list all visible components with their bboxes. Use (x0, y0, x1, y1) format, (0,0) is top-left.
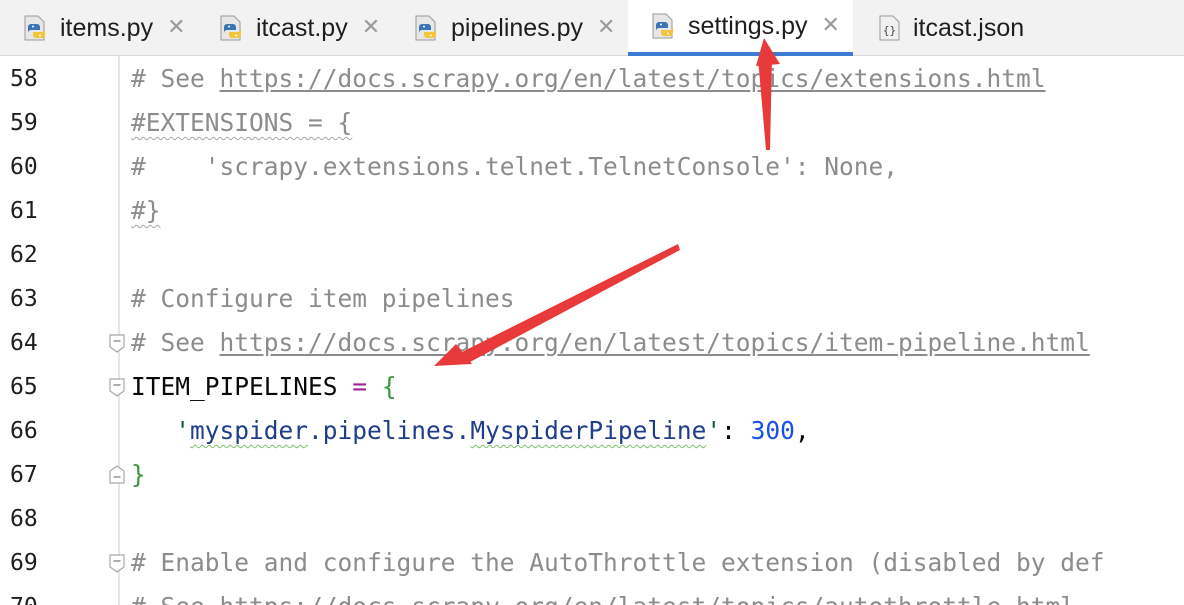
code-token: # See (131, 64, 220, 93)
close-icon[interactable]: ✕ (597, 17, 615, 39)
code-token: #} (131, 196, 161, 225)
python-file-icon (652, 13, 673, 39)
code-token: { (381, 372, 397, 401)
python-file-icon (415, 15, 436, 41)
code-text: # See https://docs.scrapy.org/en/latest/… (131, 57, 1046, 101)
code-token: 300 (750, 416, 795, 445)
line-number: 68 (10, 506, 38, 532)
code-line[interactable]: 63 # Configure item pipelines (0, 277, 1184, 321)
code-line[interactable]: 60 # 'scrapy.extensions.telnet.TelnetCons… (0, 145, 1184, 189)
code-line[interactable]: 61 #} (0, 189, 1184, 233)
code-line[interactable]: 62 (0, 233, 1184, 277)
tab-label: pipelines.py (451, 13, 584, 42)
code-text: # Configure item pipelines (131, 277, 515, 321)
code-text: # Enable and configure the AutoThrottle … (131, 541, 1105, 585)
code-token: MyspiderPipeline (470, 416, 707, 445)
code-token: : (721, 416, 751, 445)
line-number: 70 (10, 585, 50, 605)
code-line[interactable]: 68 (0, 497, 1184, 541)
tab-settings-py[interactable]: settings.py ✕ (628, 0, 853, 56)
line-number: 59 (10, 110, 38, 136)
line-number: 65 (10, 374, 38, 400)
editor-tab-bar: items.py ✕ itcast.py ✕ pipelines.py ✕ settings… (0, 0, 1184, 56)
code-line[interactable]: 65 ITEM_PIPELINES = { (0, 365, 1184, 409)
code-line[interactable]: 64 # See https://docs.scrapy.org/en/lates… (0, 321, 1184, 365)
fold-start-icon[interactable] (108, 333, 126, 353)
code-token: myspider (190, 416, 309, 445)
python-file-icon (24, 15, 45, 41)
line-number: 58 (10, 66, 38, 92)
code-text: ITEM_PIPELINES = { (131, 365, 397, 409)
code-text: # See https://docs.scrapy.org/en/latest/… (131, 585, 1075, 605)
tab-label: itcast.json (913, 13, 1025, 42)
fold-end-icon[interactable] (108, 465, 126, 485)
tab-label: itcast.py (256, 13, 348, 42)
tab-pipelines-py[interactable]: pipelines.py ✕ (391, 0, 628, 56)
fold-start-icon[interactable] (108, 553, 126, 573)
code-token: https://docs.scrapy.org/en/latest/topics… (219, 328, 1090, 357)
line-number: 67 (10, 462, 38, 488)
code-token: ' (706, 416, 722, 445)
code-token: # 'scrapy.extensions.telnet.TelnetConsol… (131, 152, 899, 181)
tab-itcast-json[interactable]: {} itcast.json (853, 0, 1063, 56)
code-text: } (131, 453, 146, 497)
code-line[interactable]: 67} (0, 453, 1184, 497)
tab-label: settings.py (688, 11, 808, 40)
code-line[interactable]: 66 'myspider.pipelines.MyspiderPipeline'… (0, 409, 1184, 453)
code-token: ITEM_PIPELINES (131, 372, 338, 401)
code-text: 'myspider.pipelines.MyspiderPipeline': 3… (131, 409, 810, 453)
line-number: 61 (10, 198, 38, 224)
fold-start-icon[interactable] (108, 377, 126, 397)
line-number: 66 (10, 418, 38, 444)
code-token: } (131, 460, 146, 489)
tab-label: items.py (60, 13, 154, 42)
line-number: 64 (10, 330, 38, 356)
code-token: ' (175, 416, 191, 445)
tab-items-py[interactable]: items.py ✕ (0, 0, 196, 56)
code-token: .pipelines. (308, 416, 471, 445)
line-number: 69 (10, 550, 38, 576)
code-token: # See https://docs.scrapy.org/en/latest/… (131, 592, 1075, 605)
svg-text:{}: {} (883, 24, 896, 37)
close-icon[interactable]: ✕ (362, 17, 380, 39)
close-icon[interactable]: ✕ (822, 15, 840, 37)
code-text: #} (131, 189, 161, 233)
close-icon[interactable]: ✕ (167, 17, 185, 39)
code-token: # See (131, 328, 220, 357)
code-text: # See https://docs.scrapy.org/en/latest/… (131, 321, 1090, 365)
code-line[interactable]: 58 # See https://docs.scrapy.org/en/lates… (0, 57, 1184, 101)
code-text: #EXTENSIONS = { (131, 101, 352, 145)
line-number: 62 (10, 242, 38, 268)
code-editor[interactable]: 58 # See https://docs.scrapy.org/en/lates… (0, 56, 1184, 605)
code-token: # Configure item pipelines (131, 284, 515, 313)
python-file-icon (220, 15, 241, 41)
code-token: = (352, 372, 368, 401)
tab-itcast-py[interactable]: itcast.py ✕ (196, 0, 391, 56)
code-token: https://docs.scrapy.org/en/latest/topics… (219, 64, 1046, 93)
code-line[interactable]: 70 # See https://docs.scrapy.org/en/lates… (0, 585, 1184, 605)
code-line[interactable]: 69 # Enable and configure the AutoThrottl… (0, 541, 1184, 585)
code-token: # Enable and configure the AutoThrottle … (131, 548, 1105, 577)
line-number: 60 (10, 154, 38, 180)
line-number: 63 (10, 286, 38, 312)
code-text: # 'scrapy.extensions.telnet.TelnetConsol… (131, 145, 898, 189)
code-token: , (794, 416, 810, 445)
code-line[interactable]: 59 #EXTENSIONS = { (0, 101, 1184, 145)
json-file-icon: {} (879, 15, 900, 41)
code-token: #EXTENSIONS = { (131, 108, 353, 137)
